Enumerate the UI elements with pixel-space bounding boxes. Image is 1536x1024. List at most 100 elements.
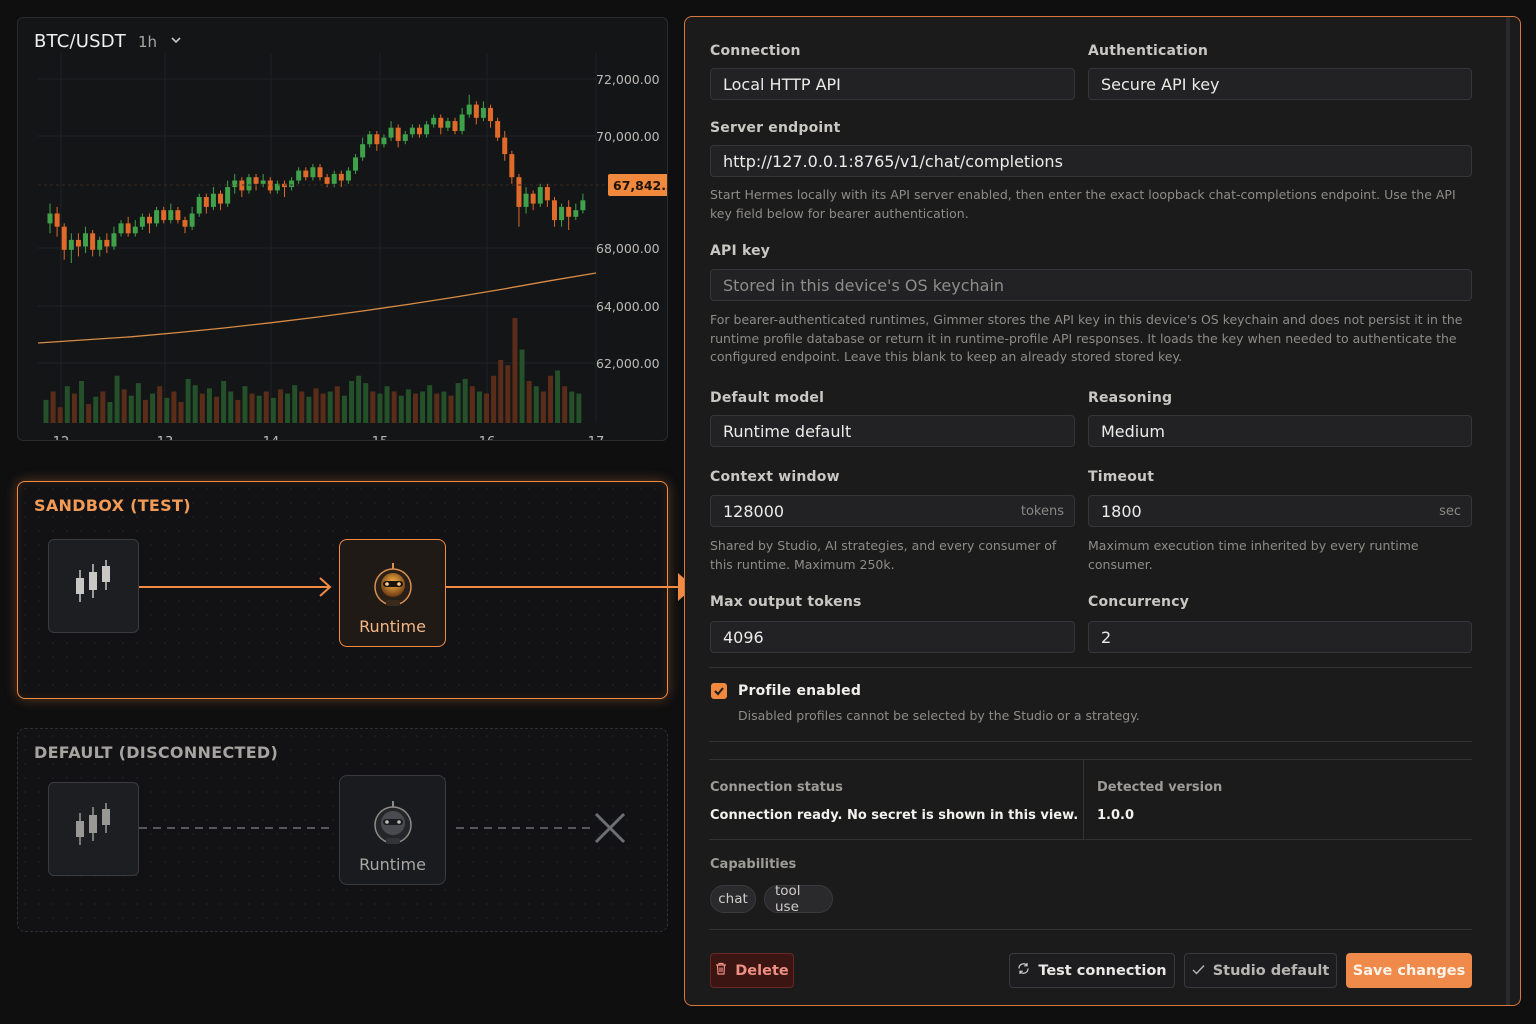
candle-body [296, 170, 302, 181]
volume-bar [576, 393, 582, 423]
candle-body [246, 177, 252, 191]
status-divider-top [709, 759, 1472, 760]
capability-chip: tool use [764, 883, 833, 915]
reasoning-select[interactable]: Medium [1088, 415, 1472, 447]
candle-body [424, 124, 430, 135]
test-connection-button[interactable]: Test connection [1009, 953, 1175, 988]
runtime-node-label: Runtime [359, 617, 426, 636]
server-endpoint-help: Start Hermes locally with its API server… [710, 187, 1456, 221]
volume-bar [185, 378, 191, 423]
volume-bar [157, 386, 163, 423]
candle-body [111, 233, 117, 247]
close-icon [593, 811, 627, 849]
status-divider-vertical [1083, 760, 1084, 839]
concurrency-input[interactable]: 2 [1088, 621, 1472, 653]
volume-bar [441, 391, 447, 423]
candle-body [516, 177, 522, 207]
candlestick-icon [74, 560, 114, 612]
candle-body [310, 167, 316, 178]
timeout-label: Timeout [1088, 469, 1155, 485]
connection-label: Connection [710, 43, 801, 59]
robot-icon [371, 801, 415, 851]
delete-button-label: Delete [735, 962, 789, 979]
chart-source-node[interactable] [48, 782, 139, 876]
volume-bar [235, 399, 241, 423]
capabilities-label: Capabilities [710, 857, 797, 872]
volume-bar [57, 407, 63, 423]
interval-label: 1h [137, 32, 158, 51]
studio-default-button[interactable]: Studio default [1184, 953, 1337, 988]
settings-scrollbar[interactable] [1506, 17, 1510, 1005]
volume-bar [206, 388, 212, 423]
candle-body [409, 127, 415, 135]
candle-body [303, 170, 309, 178]
candle-body [416, 127, 422, 135]
candle-body [566, 206, 572, 217]
api-key-label: API key [710, 243, 771, 259]
save-changes-button[interactable]: Save changes [1346, 953, 1472, 988]
volume-bar [327, 391, 333, 423]
default-flow-card: DEFAULT (DISCONNECTED) Runtime [17, 728, 668, 932]
volume-bar [391, 391, 397, 423]
candle-body [559, 206, 565, 221]
timeout-help: Maximum execution time inherited by ever… [1088, 538, 1419, 572]
sandbox-runtime-node[interactable]: Runtime [339, 539, 446, 647]
candle-body [203, 197, 209, 207]
default-model-select[interactable]: Runtime default [710, 415, 1075, 447]
candle-body [175, 210, 181, 221]
max-output-tokens-input[interactable]: 4096 [710, 621, 1075, 653]
x-tick-label: 13 [157, 435, 174, 441]
volume-bar [533, 386, 539, 423]
candle-body [445, 121, 451, 128]
chart-header[interactable]: BTC/USDT 1h [34, 31, 183, 52]
connection-status-label: Connection status [710, 780, 843, 795]
volume-bar [505, 365, 511, 423]
context-window-label: Context window [710, 469, 840, 485]
server-endpoint-label: Server endpoint [710, 120, 841, 136]
volume-bar [100, 391, 106, 423]
chart-source-node[interactable] [48, 539, 139, 633]
volume-bar [540, 391, 546, 423]
delete-button[interactable]: Delete [710, 953, 794, 988]
profile-enabled-help: Disabled profiles cannot be selected by … [738, 708, 1140, 723]
refresh-icon [1017, 962, 1030, 979]
x-tick-label: 12 [53, 435, 70, 441]
profile-enabled-checkbox[interactable] [711, 683, 727, 699]
volume-bar [249, 393, 255, 423]
volume-bar [199, 393, 205, 423]
context-window-input[interactable]: 128000 tokens [710, 495, 1075, 527]
candle-body [47, 213, 53, 224]
volume-bar [135, 383, 141, 423]
volume-bar [86, 404, 92, 423]
volume-bar [150, 393, 156, 423]
section-divider [709, 667, 1472, 668]
volume-bar [107, 402, 113, 423]
default-runtime-node[interactable]: Runtime [339, 775, 446, 885]
candle-body [452, 121, 458, 131]
candle-body [345, 170, 351, 181]
candle-body [381, 137, 387, 145]
connection-select[interactable]: Local HTTP API [710, 68, 1075, 100]
check-icon [1192, 963, 1205, 979]
test-connection-label: Test connection [1038, 962, 1167, 979]
server-endpoint-input[interactable]: http://127.0.0.1:8765/v1/chat/completion… [710, 145, 1472, 177]
runtime-node-label: Runtime [359, 855, 426, 874]
candle-body [132, 226, 138, 234]
chevron-down-icon[interactable] [169, 32, 183, 51]
candle-body [438, 117, 444, 128]
max-output-tokens-label: Max output tokens [710, 594, 862, 610]
context-window-help: Shared by Studio, AI strategies, and eve… [710, 538, 1057, 572]
candle-body [480, 107, 486, 118]
volume-bar [512, 318, 518, 423]
authentication-select[interactable]: Secure API key [1088, 68, 1472, 100]
candle-body [182, 220, 188, 227]
volume-bar [71, 393, 77, 423]
timeout-input[interactable]: 1800 sec [1088, 495, 1472, 527]
profile-enabled-label[interactable]: Profile enabled [738, 683, 861, 699]
volume-bar [128, 395, 134, 423]
candle-body [573, 210, 579, 217]
volume-bar [299, 391, 305, 423]
api-key-input[interactable]: Stored in this device's OS keychain [710, 269, 1472, 301]
volume-bar [221, 381, 227, 423]
candle-body [338, 173, 344, 181]
